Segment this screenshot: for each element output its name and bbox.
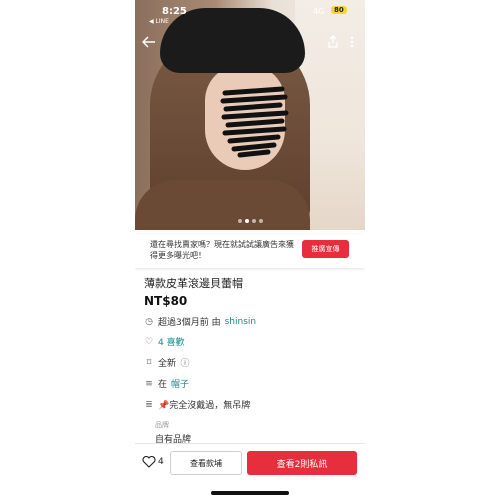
bottom-action-bar: 4 查看款埔 查看2則私訊 bbox=[135, 447, 365, 477]
pagination-dot bbox=[252, 219, 256, 223]
status-network: 4G bbox=[313, 7, 325, 16]
app-screen: 8:25 ◀ LINE 4G 80 還在尋找賣家嗎？現在就試試讓廣告來獲得更多曝… bbox=[135, 0, 365, 500]
pagination-dot-active bbox=[245, 219, 249, 223]
view-messages-button[interactable]: 查看2則私訊 bbox=[247, 451, 357, 475]
like-count: 4 bbox=[158, 457, 164, 467]
category-link[interactable]: 帽子 bbox=[171, 377, 189, 390]
product-price: NT$80 bbox=[144, 294, 188, 308]
condition-text: 全新 bbox=[158, 359, 177, 369]
more-options-icon[interactable] bbox=[350, 36, 354, 51]
sweater-shape bbox=[135, 180, 310, 230]
brand-label: 品牌 bbox=[155, 421, 169, 429]
description-row: ≣ 📌完全沒戴過，無吊牌 bbox=[144, 398, 251, 412]
status-time: 8:25 bbox=[162, 6, 187, 17]
promotion-message: 還在尋找賣家嗎？現在就試試讓廣告來獲得更多曝光吧！ bbox=[150, 240, 294, 260]
like-button[interactable]: 4 bbox=[142, 456, 164, 468]
back-arrow-icon[interactable] bbox=[141, 36, 156, 51]
tag-icon: ⌑ bbox=[146, 357, 152, 368]
posted-row: ◷ 超過3個月前 由 shinsin bbox=[144, 315, 257, 329]
view-options-button[interactable]: 查看款埔 bbox=[170, 451, 242, 475]
info-icon[interactable]: ⓘ bbox=[180, 356, 190, 369]
likes-count[interactable]: 4 喜歡 bbox=[158, 335, 185, 348]
heart-icon bbox=[142, 456, 156, 468]
bottom-divider bbox=[135, 443, 365, 444]
promote-button[interactable]: 推廣宣傳 bbox=[302, 240, 349, 258]
share-icon[interactable] bbox=[327, 35, 339, 51]
clock-icon: ◷ bbox=[145, 316, 153, 327]
condition-row: ⌑ 全新 ⓘ bbox=[144, 356, 190, 370]
home-indicator[interactable] bbox=[211, 491, 289, 495]
description-text: 📌完全沒戴過，無吊牌 bbox=[158, 401, 251, 411]
list-icon: ≡ bbox=[145, 378, 153, 389]
face-redaction-scribble bbox=[220, 86, 289, 158]
seller-link[interactable]: shinsin bbox=[225, 317, 257, 327]
product-title: 薄款皮革滾邊貝蕾帽 bbox=[144, 277, 243, 290]
pagination-dot bbox=[238, 219, 242, 223]
category-row: ≡ 在 帽子 bbox=[144, 377, 189, 391]
category-prefix: 在 bbox=[158, 380, 168, 390]
photo-pagination bbox=[238, 219, 263, 223]
status-source-app[interactable]: ◀ LINE bbox=[149, 18, 169, 25]
status-bar: 8:25 ◀ LINE 4G 80 bbox=[135, 5, 365, 25]
status-battery: 80 bbox=[331, 6, 347, 14]
description-icon: ≣ bbox=[145, 399, 153, 410]
promotion-banner: 還在尋找賣家嗎？現在就試試讓廣告來獲得更多曝光吧！ 推廣宣傳 bbox=[135, 234, 365, 268]
posted-text: 超過3個月前 由 bbox=[158, 318, 221, 328]
heart-outline-icon: ♡ bbox=[144, 336, 154, 347]
likes-row[interactable]: ♡ 4 喜歡 bbox=[144, 335, 185, 349]
pagination-dot bbox=[259, 219, 263, 223]
